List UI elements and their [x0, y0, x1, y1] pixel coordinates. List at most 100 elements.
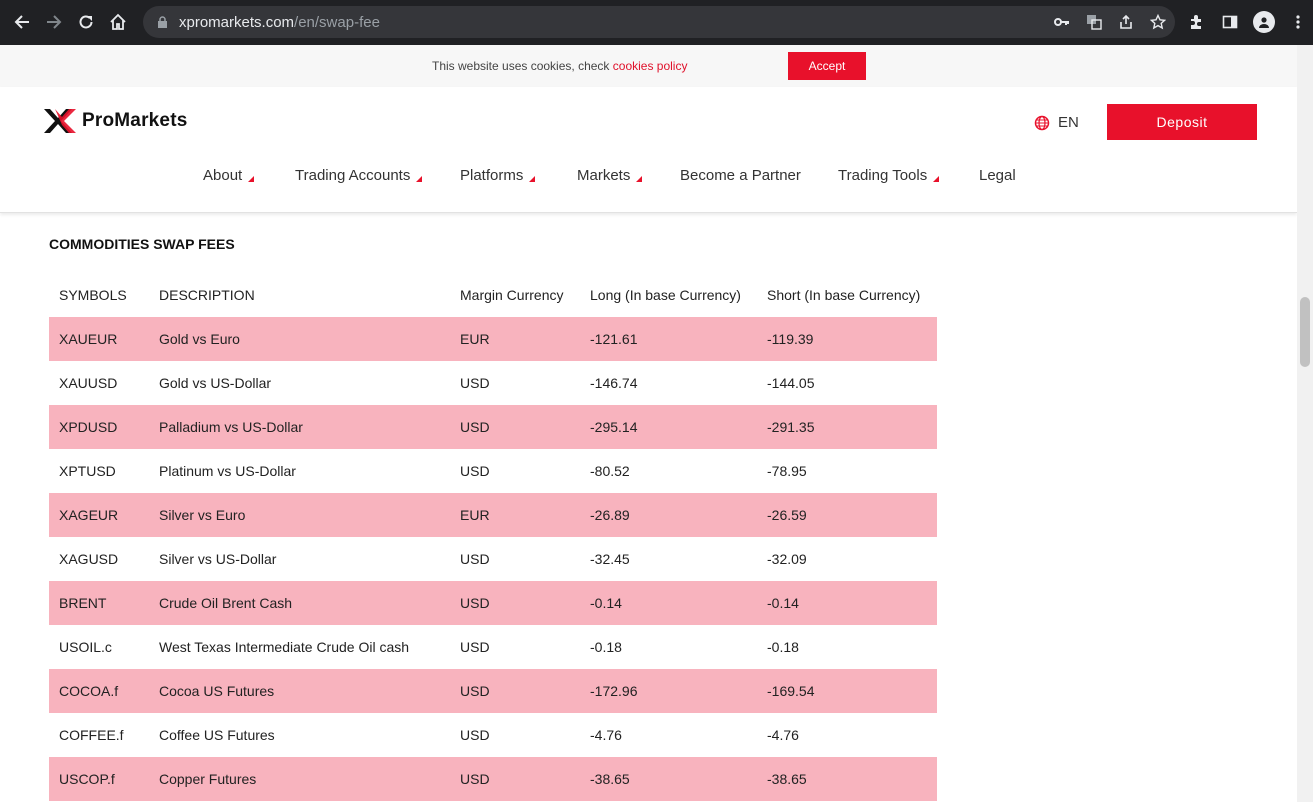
- xpm-logo-icon: [44, 109, 76, 133]
- column-header: Long (In base Currency): [590, 287, 741, 303]
- forward-icon[interactable]: [38, 6, 70, 38]
- symbol-cell: BRENT: [59, 595, 107, 611]
- nav-trading-tools[interactable]: Trading Tools: [838, 167, 940, 184]
- browser-toolbar: xpromarkets.com/en/swap-fee: [0, 0, 1313, 45]
- description-cell: Platinum vs US-Dollar: [159, 463, 296, 479]
- long-swap-cell: -32.45: [590, 551, 630, 567]
- nav-become-a-partner[interactable]: Become a Partner: [680, 167, 801, 184]
- description-cell: Silver vs Euro: [159, 507, 246, 523]
- description-cell: Crude Oil Brent Cash: [159, 595, 293, 611]
- short-swap-cell: -291.35: [767, 419, 815, 435]
- margin-currency-cell: USD: [460, 551, 490, 567]
- long-swap-cell: -295.14: [590, 419, 638, 435]
- margin-currency-cell: EUR: [460, 331, 490, 347]
- nav-about[interactable]: About: [203, 167, 255, 184]
- lock-icon: [155, 15, 169, 29]
- language-label: EN: [1058, 114, 1079, 131]
- nav-label: About: [203, 167, 243, 184]
- key-icon[interactable]: [1053, 13, 1071, 31]
- table-row: XAGUSD Silver vs US-Dollar USD -32.45 -32.09: [49, 537, 937, 581]
- brand-logo[interactable]: ProMarkets: [42, 107, 188, 135]
- long-swap-cell: -38.65: [590, 771, 630, 787]
- nav-legal[interactable]: Legal: [979, 167, 1016, 184]
- table-row: XAUEUR Gold vs Euro EUR -121.61 -119.39: [49, 317, 937, 361]
- long-swap-cell: -0.14: [590, 595, 622, 611]
- dropdown-caret-icon: [416, 176, 423, 182]
- short-swap-cell: -78.95: [767, 463, 807, 479]
- table-row: USCOP.f Copper Futures USD -38.65 -38.65: [49, 757, 937, 801]
- margin-currency-cell: EUR: [460, 507, 490, 523]
- profile-avatar-icon[interactable]: [1252, 10, 1276, 34]
- symbol-cell: XPDUSD: [59, 419, 118, 435]
- table-row: XPDUSD Palladium vs US-Dollar USD -295.14 -2…: [49, 405, 937, 449]
- long-swap-cell: -172.96: [590, 683, 638, 699]
- column-header: Margin Currency: [460, 287, 564, 303]
- margin-currency-cell: USD: [460, 595, 490, 611]
- symbol-cell: USOIL.c: [59, 639, 112, 655]
- home-icon[interactable]: [102, 6, 134, 38]
- column-header: Short (In base Currency): [767, 287, 921, 303]
- description-cell: Gold vs Euro: [159, 331, 240, 347]
- translate-icon[interactable]: [1085, 13, 1103, 31]
- extensions-icon[interactable]: [1184, 10, 1208, 34]
- margin-currency-cell: USD: [460, 375, 490, 391]
- table-row: COFFEE.f Coffee US Futures USD -4.76 -4.76: [49, 713, 937, 757]
- description-cell: Palladium vs US-Dollar: [159, 419, 303, 435]
- back-icon[interactable]: [6, 6, 38, 38]
- brand-name: ProMarkets: [82, 110, 188, 131]
- short-swap-cell: -144.05: [767, 375, 815, 391]
- description-cell: Gold vs US-Dollar: [159, 375, 272, 391]
- share-icon[interactable]: [1117, 13, 1135, 31]
- margin-currency-cell: USD: [460, 727, 490, 743]
- nav-label: Legal: [979, 167, 1016, 184]
- short-swap-cell: -4.76: [767, 727, 799, 743]
- cookies-policy-link[interactable]: cookies policy: [613, 59, 688, 73]
- description-cell: Copper Futures: [159, 771, 257, 787]
- margin-currency-cell: USD: [460, 639, 490, 655]
- symbol-cell: COFFEE.f: [59, 727, 124, 743]
- column-header: DESCRIPTION: [159, 287, 255, 303]
- short-swap-cell: -119.39: [767, 331, 814, 347]
- page-scrollbar[interactable]: [1297, 45, 1313, 802]
- nav-label: Trading Accounts: [295, 167, 411, 184]
- table-row: COCOA.f Cocoa US Futures USD -172.96 -169.54: [49, 669, 937, 713]
- column-header: SYMBOLS: [59, 287, 127, 303]
- symbol-cell: XPTUSD: [59, 463, 116, 479]
- address-bar[interactable]: xpromarkets.com/en/swap-fee: [143, 6, 1175, 38]
- symbol-cell: XAUEUR: [59, 331, 118, 347]
- description-cell: West Texas Intermediate Crude Oil cash: [159, 639, 410, 655]
- swap-fees-table: SYMBOLS DESCRIPTION Margin Currency Long…: [49, 273, 937, 801]
- margin-currency-cell: USD: [460, 463, 490, 479]
- long-swap-cell: -121.61: [590, 331, 638, 347]
- more-menu-icon[interactable]: [1286, 10, 1310, 34]
- nav-markets[interactable]: Markets: [577, 167, 643, 184]
- bookmark-star-icon[interactable]: [1149, 13, 1167, 31]
- nav-platforms[interactable]: Platforms: [460, 167, 536, 184]
- scrollbar-thumb[interactable]: [1300, 297, 1310, 367]
- symbol-cell: XAGUSD: [59, 551, 119, 567]
- globe-icon: [1034, 115, 1050, 130]
- short-swap-cell: -26.59: [767, 507, 807, 523]
- url-text: xpromarkets.com/en/swap-fee: [179, 13, 380, 31]
- table-row: USOIL.c West Texas Intermediate Crude Oil…: [49, 625, 937, 669]
- dropdown-caret-icon: [933, 176, 940, 182]
- nav-label: Platforms: [460, 167, 524, 184]
- reload-icon[interactable]: [70, 6, 102, 38]
- short-swap-cell: -0.18: [767, 639, 799, 655]
- long-swap-cell: -26.89: [590, 507, 630, 523]
- table-row: BRENT Crude Oil Brent Cash USD -0.14 -0.14: [49, 581, 937, 625]
- deposit-button[interactable]: Deposit: [1107, 104, 1257, 140]
- nav-trading-accounts[interactable]: Trading Accounts: [295, 167, 423, 184]
- cookie-banner: This website uses cookies, check cookies…: [0, 45, 1297, 87]
- symbol-cell: XAUUSD: [59, 375, 118, 391]
- language-selector[interactable]: EN: [1034, 114, 1079, 131]
- cookie-message: This website uses cookies, check cookies…: [432, 59, 688, 73]
- accept-cookies-button[interactable]: Accept: [788, 52, 866, 80]
- table-header-row: SYMBOLS DESCRIPTION Margin Currency Long…: [49, 273, 937, 317]
- margin-currency-cell: USD: [460, 419, 490, 435]
- short-swap-cell: -32.09: [767, 551, 807, 567]
- description-cell: Cocoa US Futures: [159, 683, 275, 699]
- short-swap-cell: -169.54: [767, 683, 815, 699]
- dropdown-caret-icon: [248, 176, 255, 182]
- side-panel-icon[interactable]: [1218, 10, 1242, 34]
